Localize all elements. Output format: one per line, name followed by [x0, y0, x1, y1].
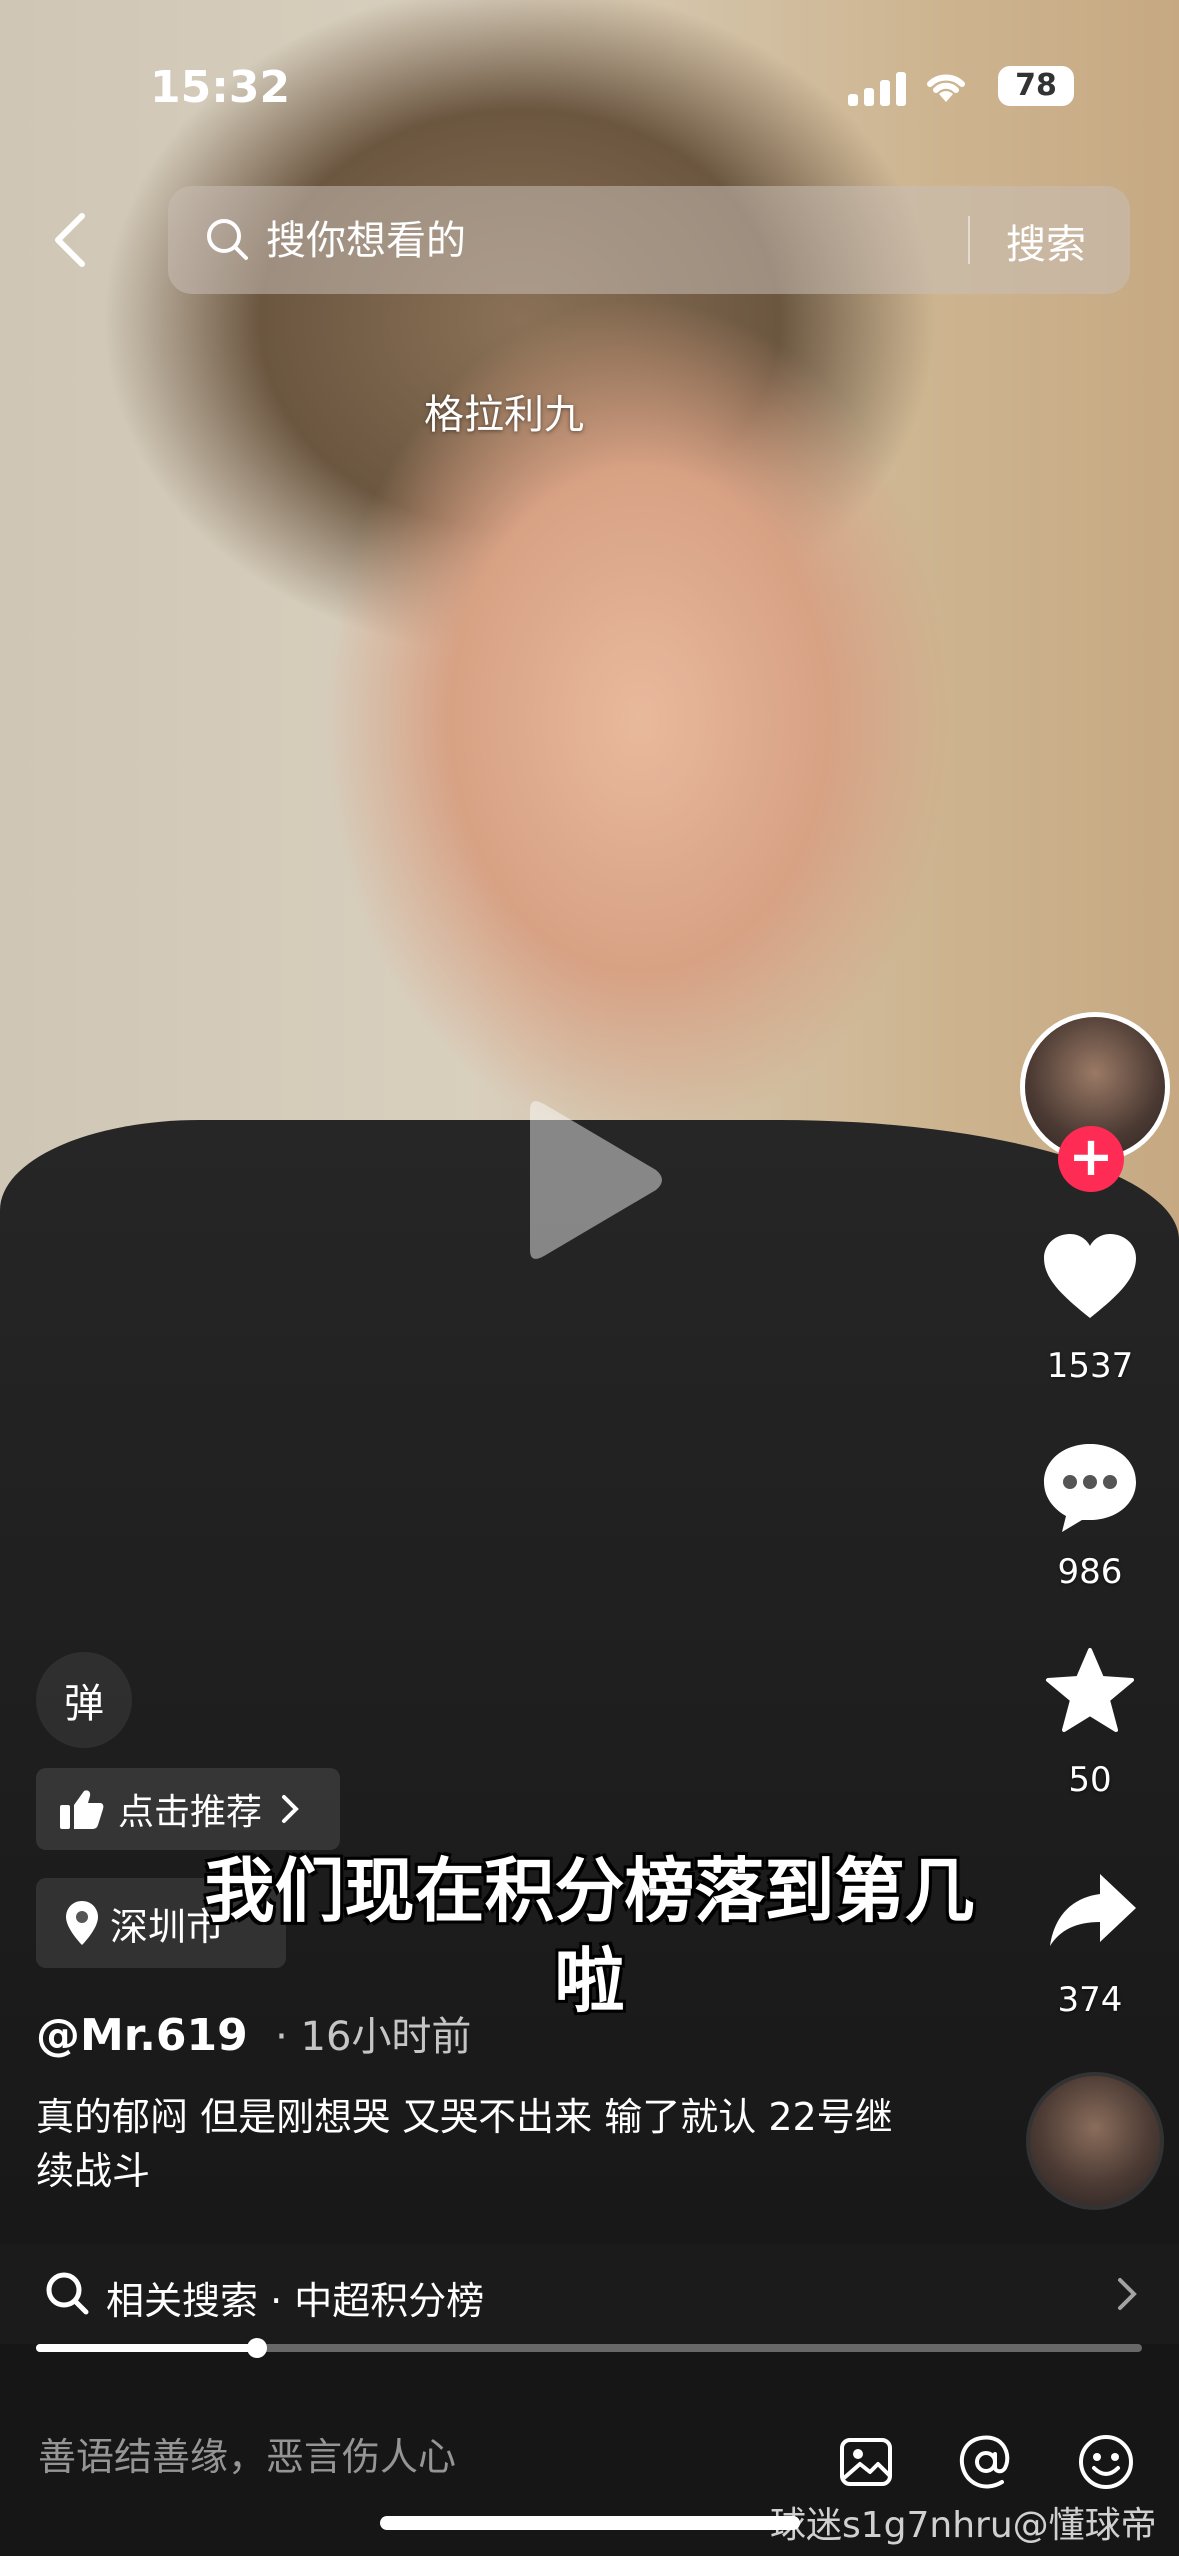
heart-icon[interactable]	[1040, 1232, 1140, 1322]
thumb-up-icon	[60, 1790, 104, 1829]
related-search-bar[interactable]: 相关搜索 · 中超积分榜	[0, 2244, 1179, 2344]
star-icon[interactable]	[1042, 1646, 1138, 1738]
wifi-icon	[927, 74, 965, 102]
search-icon	[207, 219, 248, 260]
emoji-icon[interactable]	[1076, 2432, 1136, 2492]
video-top-title: 格拉利九	[424, 392, 584, 438]
chevron-right-icon	[282, 1795, 299, 1823]
search-icon	[46, 2272, 89, 2315]
post-description: 真的郁闷 但是刚想哭 又哭不出来 输了就认 22号继续战斗	[36, 2095, 893, 2193]
status-time: 15:32	[150, 62, 291, 113]
status-bar: 15:32 78	[0, 56, 1179, 116]
search-bar[interactable]: 搜索	[168, 186, 1130, 294]
author-line[interactable]: @Mr.619 · 16小时前	[36, 2004, 471, 2062]
music-disc[interactable]	[1026, 2072, 1164, 2210]
comment-count: 986	[1057, 1552, 1123, 1592]
search-button[interactable]: 搜索	[1006, 212, 1086, 270]
chevron-right-icon	[1118, 2278, 1137, 2310]
author-name[interactable]: @Mr.619	[36, 2010, 248, 2061]
comment-icon[interactable]	[1040, 1440, 1140, 1536]
battery-indicator: 78	[998, 66, 1074, 106]
search-divider	[968, 216, 970, 264]
related-search-label: 相关搜索 · 中超积分榜	[106, 2279, 485, 2323]
video-progress-bar[interactable]	[36, 2338, 1142, 2358]
play-icon[interactable]	[510, 1090, 670, 1270]
follow-button[interactable]: +	[1058, 1126, 1124, 1192]
comment-input[interactable]	[36, 2416, 800, 2498]
favorite-count: 50	[1068, 1760, 1112, 1800]
video-subtitle: 我们现在积分榜落到第几 啦	[0, 1846, 1179, 2026]
back-icon	[55, 213, 85, 267]
recommend-label: 点击推荐	[118, 1792, 263, 1833]
image-icon[interactable]	[836, 2432, 896, 2492]
subtitle-line-1: 我们现在积分榜落到第几	[204, 1850, 975, 1932]
signal-icon	[848, 70, 906, 106]
recommend-button[interactable]: 点击推荐	[36, 1768, 340, 1850]
at-icon[interactable]	[956, 2432, 1016, 2492]
search-input[interactable]	[264, 206, 1028, 276]
home-indicator[interactable]	[380, 2516, 800, 2530]
progress-fill	[36, 2344, 258, 2352]
post-time: · 16小时前	[275, 2014, 472, 2060]
danmu-toggle[interactable]: 弹	[36, 1652, 132, 1748]
like-count: 1537	[1046, 1346, 1134, 1386]
back-button[interactable]	[40, 200, 100, 280]
watermark: 球迷s1g7nhru@懂球帝	[770, 2505, 1157, 2546]
